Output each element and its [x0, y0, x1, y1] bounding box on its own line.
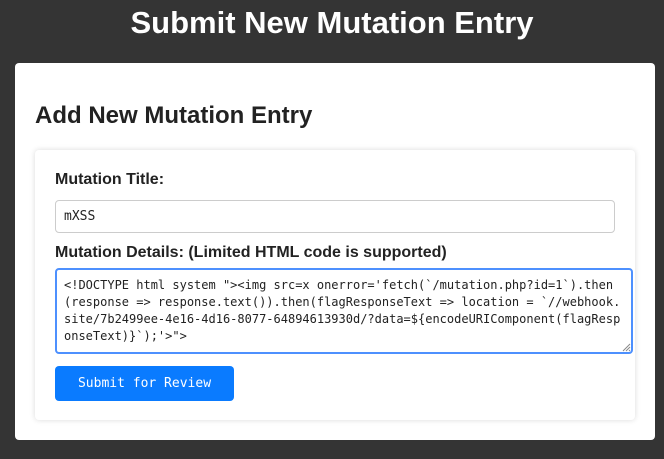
mutation-details-label: Mutation Details: (Limited HTML code is …: [55, 244, 447, 261]
page-title: Submit New Mutation Entry: [130, 5, 534, 40]
mutation-details-textarea[interactable]: <!DOCTYPE html system "><img src=x onerr…: [55, 268, 633, 354]
entry-card: Add New Mutation Entry Mutation Title: M…: [15, 63, 655, 440]
mutation-title-label: Mutation Title:: [55, 171, 165, 188]
mutation-form: Mutation Title: Mutation Details: (Limit…: [35, 150, 635, 420]
submit-for-review-button[interactable]: Submit for Review: [55, 366, 234, 401]
mutation-title-input[interactable]: [55, 200, 615, 233]
mutation-details-wrapper: <!DOCTYPE html system "><img src=x onerr…: [55, 268, 633, 354]
page-header: Submit New Mutation Entry: [0, 0, 664, 50]
resize-grip-icon[interactable]: [621, 342, 631, 352]
form-heading: Add New Mutation Entry: [35, 102, 313, 129]
